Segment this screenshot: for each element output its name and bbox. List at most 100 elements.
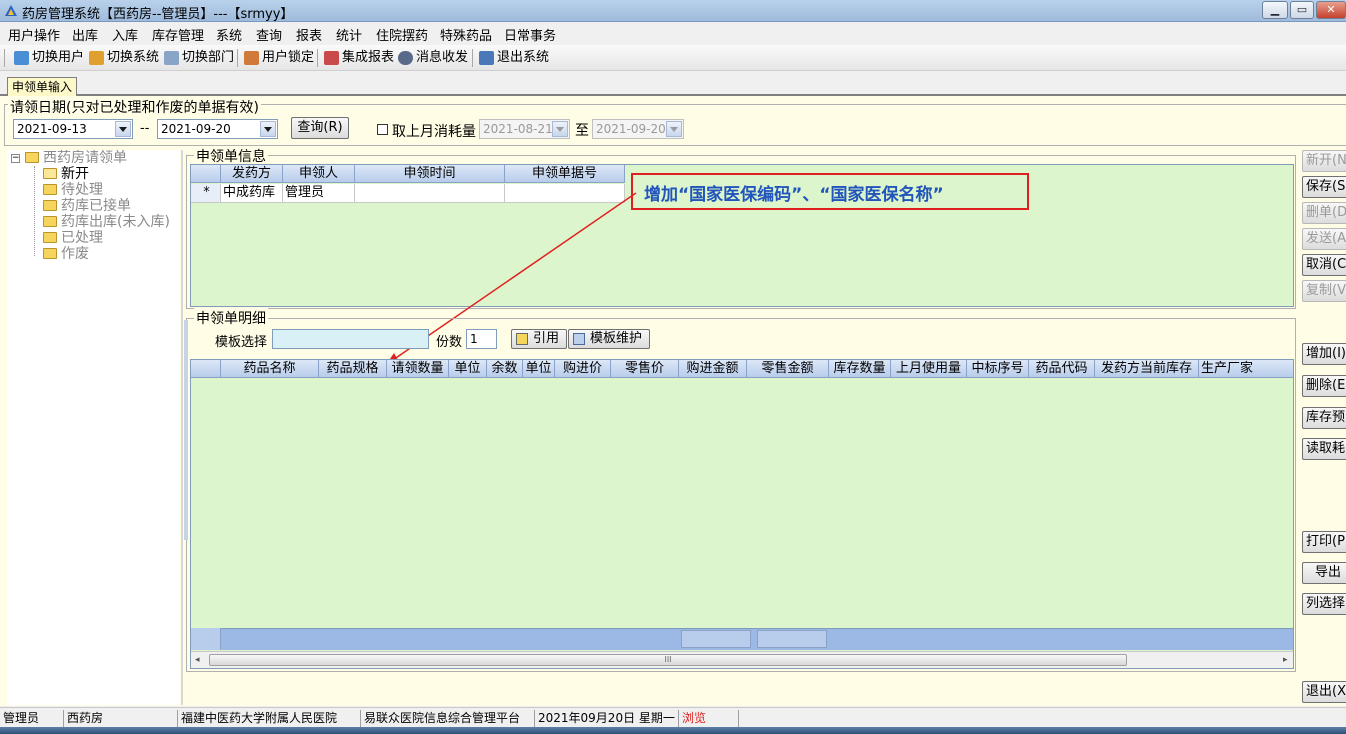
date-group-title: 请领日期(只对已处理和作废的单据有效) [8,97,261,117]
switch-system-button[interactable]: 切换系统 [89,49,159,67]
menu-stock[interactable]: 库存管理 [152,25,204,44]
export-button[interactable]: 导出 [1302,562,1346,584]
print-button[interactable]: 打印(P) [1302,531,1346,553]
tree-root[interactable]: 西药房请领单 [25,150,127,166]
cite-button[interactable]: 引用 [511,329,567,349]
detail-header-col[interactable]: 药品规格 [319,360,387,378]
detail-header-col[interactable]: 购进价 [555,360,611,378]
detail-header-col[interactable]: 药品代码 [1029,360,1095,378]
info-header-time[interactable]: 申领时间 [355,165,505,183]
stock-preview-button[interactable]: 库存预 [1302,407,1346,429]
chevron-down-icon[interactable] [260,121,276,137]
info-header-dispenser[interactable]: 发药方 [221,165,283,183]
chevron-down-icon[interactable] [115,121,131,137]
detail-header-col[interactable]: 单位 [523,360,555,378]
menu-inpatient[interactable]: 住院摆药 [376,25,428,44]
collapse-icon[interactable]: − [11,154,20,163]
detail-header-col[interactable]: 余数 [487,360,523,378]
close-button[interactable]: ✕ [1316,1,1346,19]
info-cell-dispenser[interactable]: 中成药库 [221,184,283,203]
menu-stats[interactable]: 统计 [336,25,362,44]
detail-header-col[interactable]: 单位 [449,360,487,378]
send-button[interactable]: 发送(A) [1302,228,1346,250]
info-group-title: 申领单信息 [194,146,268,166]
cancel-button[interactable]: 取消(C) [1302,254,1346,276]
info-cell-time[interactable] [355,184,505,203]
menu-daily[interactable]: 日常事务 [504,25,556,44]
template-maintain-button[interactable]: 模板维护 [568,329,650,349]
toolbar-grip [4,49,5,67]
tab-strip [0,71,1346,96]
delete-doc-button[interactable]: 删单(D) [1302,202,1346,224]
copies-input[interactable]: 1 [466,329,497,349]
switch-dept-button[interactable]: 切换部门 [164,49,234,67]
menu-special[interactable]: 特殊药品 [440,25,492,44]
detail-header-col[interactable]: 药品名称 [221,360,319,378]
date-to-value: 2021-09-20 [161,122,231,136]
delete-row-button[interactable]: 删除(E) [1302,375,1346,397]
info-header-applicant[interactable]: 申领人 [283,165,355,183]
tree-item-processed[interactable]: 已处理 [43,230,103,246]
tree-item-void[interactable]: 作废 [43,246,89,262]
tree-item-accepted[interactable]: 药库已接单 [43,198,131,214]
new-button[interactable]: 新开(N) [1302,150,1346,172]
date-to-select[interactable]: 2021-09-20 [157,119,278,139]
dept-icon [164,51,179,65]
info-cell-applicant[interactable]: 管理员 [283,184,355,203]
template-maintain-label: 模板维护 [589,331,642,346]
template-label: 模板选择 [215,335,268,350]
detail-header-col[interactable]: 上月使用量 [891,360,967,378]
chevron-down-icon[interactable] [552,121,568,137]
chevron-down-icon[interactable] [666,121,682,137]
last-month-checkbox[interactable] [377,124,388,135]
query-button[interactable]: 查询(R) [291,117,349,139]
range-to-select[interactable]: 2021-09-20 [592,119,684,139]
integrated-report-button[interactable]: 集成报表 [324,49,394,67]
tree-item-new[interactable]: 新开 [43,166,89,182]
exit-system-button[interactable]: 退出系统 [479,49,549,67]
tree-item-pending[interactable]: 待处理 [43,182,103,198]
detail-header-col[interactable]: 生产厂家 [1199,360,1293,378]
scroll-left-icon[interactable]: ◂ [195,655,200,665]
date-from-select[interactable]: 2021-09-13 [13,119,133,139]
menu-query[interactable]: 查询 [256,25,282,44]
requisition-tree: − 西药房请领单 新开 待处理 药库已接单 药库出库(未入库) 已处理 作废 [7,150,180,705]
menu-report[interactable]: 报表 [296,25,322,44]
menu-in[interactable]: 入库 [112,25,138,44]
menu-out[interactable]: 出库 [72,25,98,44]
detail-header-col[interactable]: 发药方当前库存 [1095,360,1199,378]
tab-requisition-input[interactable]: 申领单输入 [7,77,77,96]
minimize-button[interactable]: ▁ [1262,1,1288,19]
detail-header-col[interactable]: 零售金额 [747,360,829,378]
detail-header-col[interactable]: 请领数量 [387,360,449,378]
lock-user-button[interactable]: 用户锁定 [244,49,314,67]
info-cell-doc-no[interactable] [505,184,625,203]
messages-button[interactable]: 消息收发 [398,49,468,67]
detail-header-col[interactable]: 购进金额 [679,360,747,378]
horizontal-scrollbar[interactable]: ◂ III ▸ [191,651,1293,668]
menu-system[interactable]: 系统 [216,25,242,44]
scroll-right-icon[interactable]: ▸ [1283,655,1288,665]
add-row-button[interactable]: 增加(I) [1302,343,1346,365]
menu-user[interactable]: 用户操作 [8,25,60,44]
exit-button[interactable]: 退出(X) [1302,681,1346,703]
detail-header-col[interactable]: 库存数量 [829,360,891,378]
column-select-button[interactable]: 列选择 [1302,593,1346,615]
detail-header-col[interactable]: 零售价 [611,360,679,378]
info-header-doc-no[interactable]: 申领单据号 [505,165,625,183]
switch-user-button[interactable]: 切换用户 [14,49,84,67]
save-button[interactable]: 保存(S) [1302,176,1346,198]
detail-header-col[interactable]: 中标序号 [967,360,1029,378]
maximize-button[interactable]: ▭ [1290,1,1314,19]
template-select[interactable] [272,329,429,349]
detail-splitter[interactable] [184,320,188,540]
status-mode: 浏览 [679,710,739,727]
detail-grid[interactable]: 药品名称 药品规格 请领数量 单位 余数 单位 购进价 零售价 购进金额 零售金… [190,359,1294,669]
copy-button[interactable]: 复制(V) [1302,280,1346,302]
read-consumption-button[interactable]: 读取耗 [1302,438,1346,460]
splitter[interactable] [181,150,183,705]
folder-icon [43,216,57,227]
tree-item-shipped[interactable]: 药库出库(未入库) [43,214,170,230]
range-from-select[interactable]: 2021-08-21 [479,119,570,139]
scroll-thumb[interactable]: III [209,654,1127,666]
